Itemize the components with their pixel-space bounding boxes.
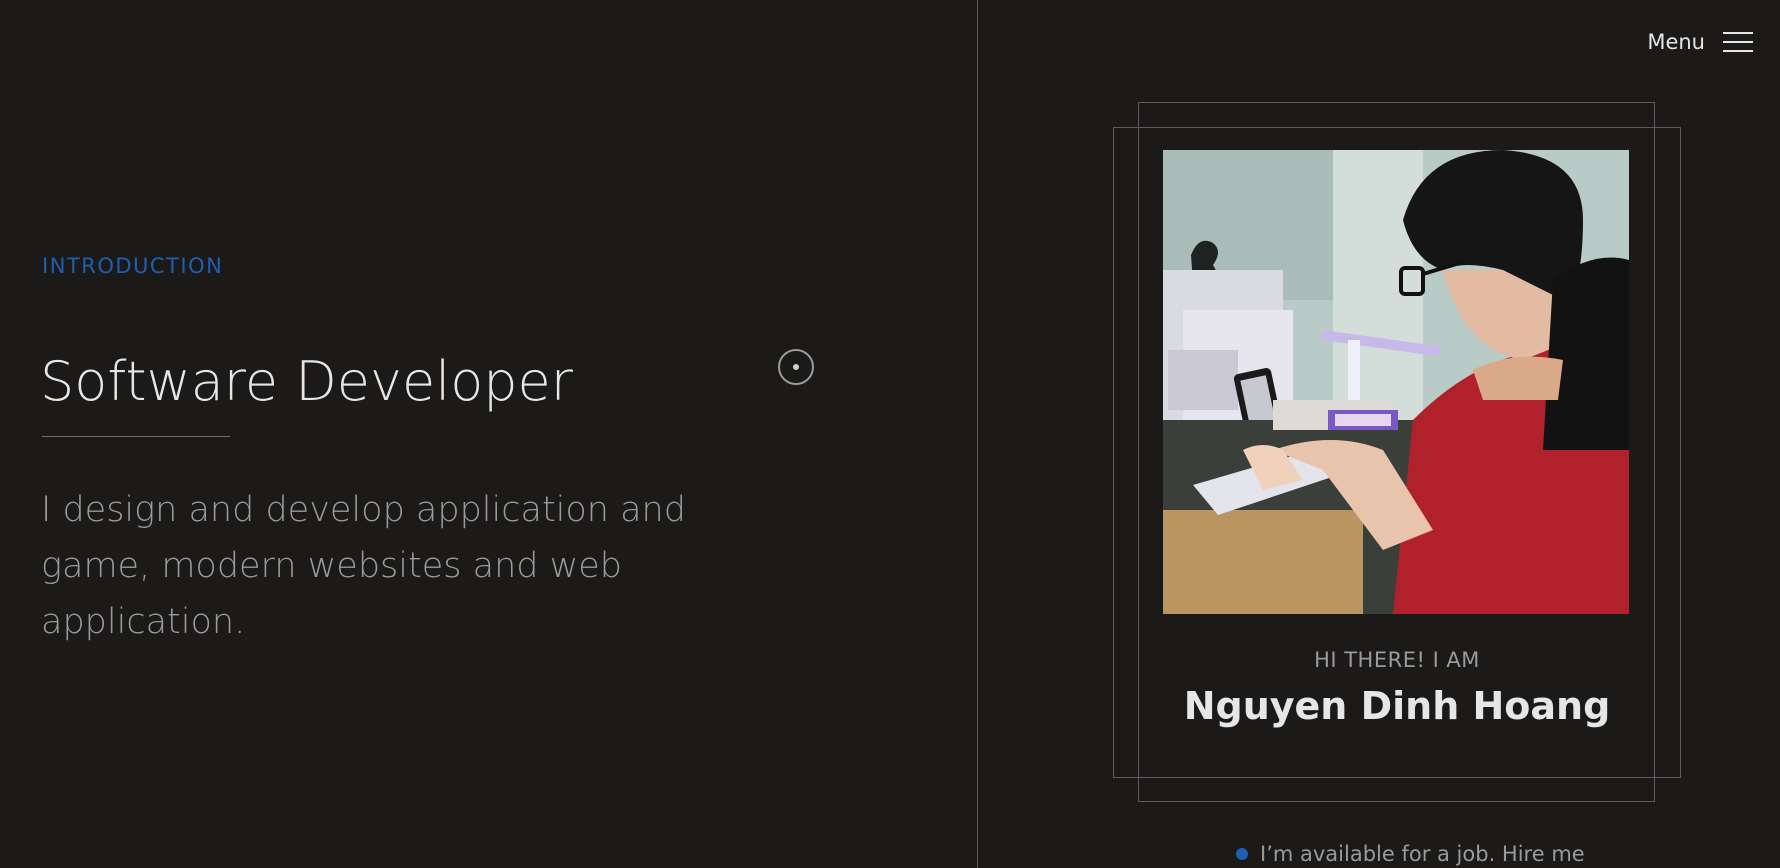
menu-button[interactable]: Menu <box>1647 30 1753 54</box>
scroll-indicator-icon[interactable] <box>778 349 814 385</box>
title-underline <box>42 436 230 437</box>
hire-me-link[interactable]: I’m available for a job. Hire me <box>1236 842 1585 866</box>
availability-text: I’m available for a job. Hire me <box>1260 842 1585 866</box>
profile-photo <box>1163 150 1629 614</box>
intro-description: I design and develop application and gam… <box>41 490 686 642</box>
page: Menu INTRODUCTION Software Developer I d… <box>0 0 1780 868</box>
section-label: INTRODUCTION <box>42 254 224 278</box>
vertical-divider <box>977 0 978 868</box>
menu-label: Menu <box>1647 30 1705 54</box>
hamburger-icon[interactable] <box>1723 32 1753 52</box>
page-title: Software Developer <box>40 350 573 413</box>
person-name: Nguyen Dinh Hoang <box>1183 684 1611 728</box>
card-greeting: HI THERE! I AM <box>1314 648 1480 672</box>
status-dot-icon <box>1236 848 1248 860</box>
profile-photo-illustration <box>1163 150 1629 614</box>
